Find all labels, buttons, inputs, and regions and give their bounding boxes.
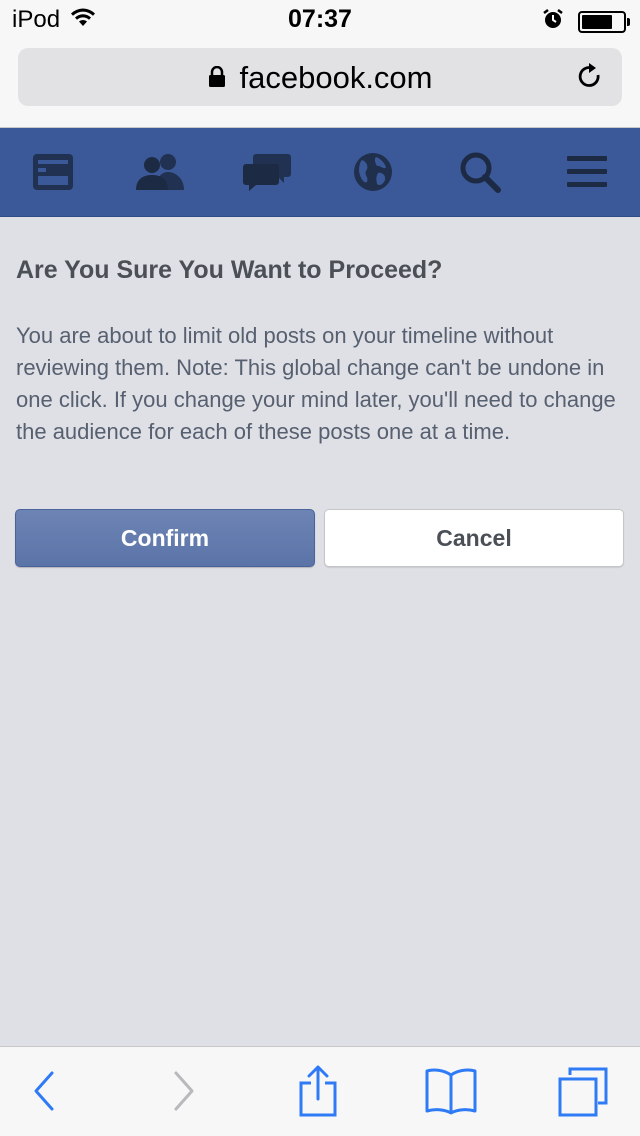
- confirmation-content: Are You Sure You Want to Proceed? You ar…: [16, 254, 626, 448]
- bookmarks-icon[interactable]: [424, 1067, 478, 1120]
- news-feed-icon[interactable]: [23, 142, 83, 202]
- battery-icon: [578, 10, 630, 33]
- address-bar[interactable]: facebook.com: [18, 48, 622, 106]
- browser-toolbar: [0, 1046, 640, 1136]
- tabs-icon[interactable]: [556, 1065, 610, 1122]
- facebook-nav-bar: [0, 128, 640, 217]
- alarm-icon: [542, 8, 564, 35]
- page-title: Are You Sure You Want to Proceed?: [16, 256, 443, 284]
- lock-icon: [208, 60, 226, 96]
- url-display[interactable]: facebook.com: [18, 60, 622, 96]
- cancel-button[interactable]: Cancel: [324, 509, 624, 567]
- reload-icon[interactable]: [576, 62, 604, 97]
- share-icon[interactable]: [298, 1065, 338, 1122]
- status-right: [542, 8, 630, 35]
- confirmation-message: You are about to limit old posts on your…: [16, 323, 616, 444]
- search-icon[interactable]: [450, 142, 510, 202]
- url-text: facebook.com: [239, 60, 433, 95]
- status-bar: iPod 07:37: [0, 0, 640, 40]
- notifications-globe-icon[interactable]: [343, 142, 403, 202]
- forward-icon[interactable]: [170, 1069, 198, 1118]
- browser-chrome: facebook.com: [0, 40, 640, 128]
- friends-icon[interactable]: [130, 142, 190, 202]
- back-icon[interactable]: [30, 1069, 58, 1118]
- action-buttons: Confirm Cancel: [15, 509, 625, 567]
- menu-icon[interactable]: [557, 142, 617, 202]
- confirm-button[interactable]: Confirm: [15, 509, 315, 567]
- messages-icon[interactable]: [237, 142, 297, 202]
